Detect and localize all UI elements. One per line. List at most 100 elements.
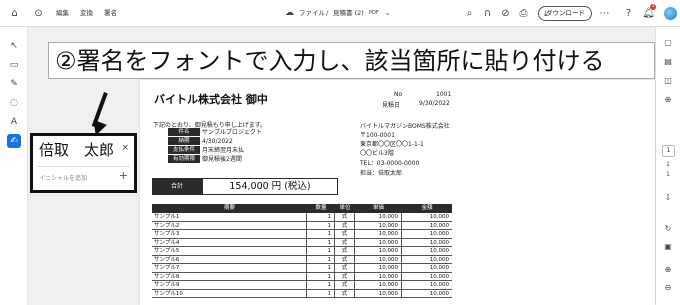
download-icon: ⤓ [544, 9, 548, 18]
headphones-icon[interactable]: ∩ [481, 7, 494, 20]
sync-icon[interactable]: ⊙ [32, 7, 45, 20]
menu-convert[interactable]: 変換 [80, 0, 93, 27]
signature-name[interactable]: 倍取 太郎 [39, 139, 114, 160]
item-name: サンプル2 [152, 221, 307, 229]
print-icon[interactable]: ⎙ [517, 7, 530, 20]
item-qty: 1 [307, 255, 335, 263]
item-price: 10,000 [355, 238, 402, 246]
select-icon[interactable]: ↖ [7, 39, 21, 53]
zoom-in-icon[interactable]: ⊕ [661, 264, 675, 276]
info-row: 支払条件 月末締翌月末払 [168, 146, 270, 155]
download-small-icon[interactable]: ⇩ [661, 192, 675, 204]
item-price: 10,000 [355, 213, 402, 221]
sign-icon[interactable]: ✍ [7, 134, 21, 148]
info-label: 支払条件 [168, 146, 200, 155]
info-label: 件名 [168, 128, 200, 137]
company-name: バイトルマガジンBOMS株式会社 [360, 123, 450, 130]
info-value: 御見積後2週間 [202, 156, 242, 163]
table-row: サンプル6 1 式 10,000 10,000 [152, 255, 452, 264]
info-row: 納期 4/30/2022 [168, 137, 270, 146]
company-postal: 〒100-0001 [360, 132, 395, 139]
link-icon[interactable]: ⊘ [499, 7, 512, 20]
page-divider: 1 [666, 161, 670, 168]
item-name: サンプル5 [152, 247, 307, 255]
info-label: 有効期限 [168, 155, 200, 164]
table-row: サンプル7 1 式 10,000 10,000 [152, 264, 452, 273]
date-label: 見積日 [382, 102, 401, 109]
chevron-down-icon[interactable]: ⌄ [381, 7, 394, 20]
save-icon[interactable]: ▣ [661, 241, 675, 253]
home-icon[interactable]: ⌂ [8, 7, 21, 20]
table-row: サンプル4 1 式 10,000 10,000 [152, 238, 452, 247]
info-row: 件名 サンプルプロジェクト [168, 128, 270, 137]
info-value: 月末締翌月末払 [202, 147, 245, 154]
total-value: 154,000 円 (税込) [202, 178, 338, 195]
breadcrumb-folder[interactable]: ファイル [299, 0, 325, 27]
item-amount: 10,000 [429, 273, 449, 280]
pencil-icon[interactable]: ✎ [7, 77, 21, 91]
help-icon[interactable]: ? [622, 7, 635, 20]
page-total: 1 [666, 171, 670, 178]
comment-icon[interactable]: ▭ [7, 58, 21, 72]
add-initials-link[interactable]: イニシャルを追加 [39, 173, 87, 182]
item-price: 10,000 [355, 247, 402, 255]
table-row: サンプル8 1 式 10,000 10,000 [152, 272, 452, 281]
item-price: 10,000 [355, 230, 402, 238]
item-price: 10,000 [355, 255, 402, 263]
item-price: 10,000 [355, 221, 402, 229]
bookmark-icon[interactable]: ◫ [661, 75, 675, 87]
header-unit: 単位 [339, 205, 351, 211]
item-name: サンプル8 [152, 272, 307, 280]
right-toolbar: ▢ ▤ ◫ ⊕ 1 1 1 ⇩ ↻ ▣ ⊕ ⊖ [655, 27, 680, 305]
menu-edit[interactable]: 編集 [56, 0, 69, 27]
item-unit: 式 [335, 238, 355, 246]
info-value: サンプルプロジェクト [202, 129, 262, 136]
file-name[interactable]: 見積書 (2) [333, 0, 364, 27]
menu-sign[interactable]: 署名 [104, 0, 117, 27]
no-label: No [394, 91, 403, 98]
document-page: バイトル株式会社 御中 No 1001 見積日 9/30/2022 下記のとおり… [140, 80, 655, 305]
item-name: サンプル9 [152, 281, 307, 289]
signature-panel[interactable]: 倍取 太郎 × イニシャルを追加 + [30, 133, 137, 193]
zoom-out-icon[interactable]: ⊖ [661, 282, 675, 294]
search-icon[interactable]: ⌕ [463, 7, 476, 20]
download-label: ダウンロード [546, 9, 585, 17]
item-qty: 1 [307, 213, 335, 221]
item-unit: 式 [335, 230, 355, 238]
lasso-icon[interactable]: ◌ [7, 96, 21, 110]
refresh-icon[interactable]: ↻ [661, 223, 675, 235]
avatar[interactable] [664, 7, 677, 20]
top-toolbar: ⌂ ⊙ 編集 変換 署名 ☁ ファイル / 見積書 (2) PDF ⌄ ⌕ ∩ … [0, 0, 680, 27]
close-icon[interactable]: × [121, 143, 129, 153]
item-unit: 式 [335, 272, 355, 280]
divider [37, 166, 130, 167]
item-name: サンプル10 [152, 289, 307, 297]
attachment-icon[interactable]: ⊕ [661, 94, 675, 106]
download-button[interactable]: ⤓ ダウンロード [538, 6, 592, 21]
item-unit: 式 [335, 221, 355, 229]
table-row: サンプル10 1 式 10,000 10,000 [152, 289, 452, 298]
item-amount: 10,000 [429, 290, 449, 297]
item-unit: 式 [335, 289, 355, 297]
date-value: 9/30/2022 [419, 100, 450, 107]
info-table: 件名 サンプルプロジェクト 納期 4/30/2022 支払条件 月末締翌月末払 … [168, 128, 270, 164]
item-amount: 10,000 [429, 265, 449, 271]
table-row: サンプル9 1 式 10,000 10,000 [152, 281, 452, 290]
item-qty: 1 [307, 247, 335, 255]
company-tel: TEL：03-0000-0000 [360, 160, 420, 167]
thumbnails-icon[interactable]: ▤ [661, 56, 675, 68]
header-price: 単価 [372, 205, 384, 211]
comments-panel-icon[interactable]: ▢ [661, 37, 675, 49]
add-initials-icon[interactable]: + [119, 169, 128, 182]
table-row: サンプル5 1 式 10,000 10,000 [152, 247, 452, 256]
notification-badge: 1 [650, 4, 656, 10]
page-current[interactable]: 1 [662, 145, 675, 157]
items-header: 摘要 数量 単位 単価 金額 [152, 204, 452, 213]
document-title: バイトル株式会社 御中 [154, 93, 268, 106]
item-qty: 1 [307, 221, 335, 229]
item-qty: 1 [307, 230, 335, 238]
more-icon[interactable]: ⋯ [598, 7, 611, 20]
text-icon[interactable]: A [7, 115, 21, 129]
header-qty: 数量 [315, 205, 327, 211]
left-toolbar: ↖ ▭ ✎ ◌ A ✍ [0, 27, 28, 305]
